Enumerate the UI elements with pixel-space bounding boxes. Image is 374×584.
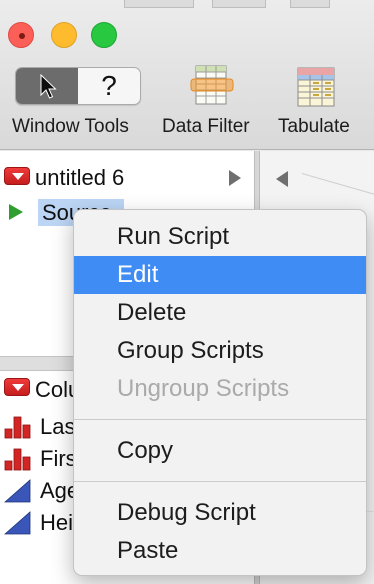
table-title: untitled 6 [35, 165, 125, 190]
data-filter-label[interactable]: Data Filter [162, 116, 250, 138]
top-strip [0, 0, 374, 12]
disclosure-red-triangle-icon[interactable] [4, 167, 30, 185]
tabulate-label[interactable]: Tabulate [278, 116, 350, 138]
cursor-arrow-icon [40, 74, 57, 99]
menu-separator [74, 419, 366, 420]
background-window-edge [212, 0, 266, 8]
arrow-tool-button[interactable] [16, 68, 78, 104]
menu-item-run-script[interactable]: Run Script [74, 218, 366, 256]
window-tools-segmented-control[interactable]: ? [15, 67, 141, 105]
data-filter-icon[interactable] [190, 64, 234, 108]
close-dot-icon [19, 33, 25, 39]
menu-separator [74, 481, 366, 482]
window-toolbar: ? Window Tools Data Filter Tabulate [0, 0, 374, 150]
script-context-menu: Run Script Edit Delete Group Scripts Ung… [73, 209, 367, 576]
continuous-triangle-icon [4, 479, 31, 503]
help-tool-button[interactable]: ? [78, 68, 140, 104]
minimize-button[interactable] [51, 22, 77, 48]
menu-item-copy[interactable]: Copy [74, 432, 366, 470]
menu-item-delete[interactable]: Delete [74, 294, 366, 332]
disclosure-red-triangle-icon[interactable] [4, 378, 30, 396]
menu-item-paste[interactable]: Paste [74, 532, 366, 570]
background-window-edge [124, 0, 194, 8]
collapse-arrow-icon[interactable] [276, 171, 288, 187]
tabulate-icon[interactable] [296, 66, 336, 108]
nominal-bar-icon [4, 416, 31, 439]
maximize-button[interactable] [91, 22, 117, 48]
menu-item-edit[interactable]: Edit [74, 256, 366, 294]
expand-arrow-icon[interactable] [229, 170, 241, 186]
menu-item-debug-script[interactable]: Debug Script [74, 494, 366, 532]
window-tools-label: Window Tools [12, 116, 129, 137]
menu-item-ungroup-scripts: Ungroup Scripts [117, 375, 290, 402]
continuous-triangle-icon [4, 511, 31, 535]
nominal-bar-icon [4, 448, 31, 471]
close-button[interactable] [8, 22, 34, 48]
menu-item-group-scripts[interactable]: Group Scripts [74, 332, 366, 370]
background-window-edge [290, 0, 330, 8]
run-script-play-icon[interactable] [9, 204, 23, 220]
grid-corner-line [301, 173, 374, 205]
table-header-row[interactable]: untitled 6 [0, 163, 254, 193]
